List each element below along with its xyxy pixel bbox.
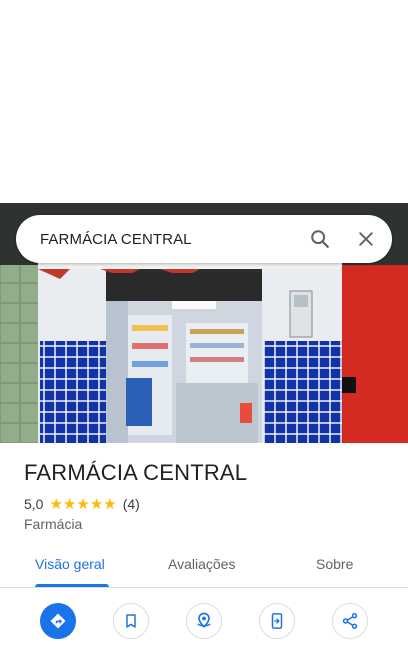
save-button[interactable] xyxy=(113,603,149,639)
place-category: Farmácia xyxy=(24,516,83,532)
review-count[interactable]: (4) xyxy=(123,496,140,512)
directions-button[interactable] xyxy=(40,603,76,639)
nearby-button[interactable] xyxy=(186,603,222,639)
tab-overview[interactable]: Visão geral xyxy=(35,556,105,572)
tab-reviews[interactable]: Avaliações xyxy=(168,556,235,572)
send-to-phone-button[interactable] xyxy=(259,603,295,639)
rating-stars: ★ ★ ★ ★ ★ xyxy=(49,497,116,512)
star-icon: ★ xyxy=(76,495,90,513)
directions-icon xyxy=(50,613,66,629)
search-icon[interactable] xyxy=(300,219,340,259)
close-icon[interactable] xyxy=(346,219,386,259)
star-icon: ★ xyxy=(49,495,63,513)
bookmark-icon xyxy=(126,614,136,628)
nearby-icon xyxy=(197,612,211,629)
search-input[interactable]: FARMÁCIA CENTRAL xyxy=(40,231,300,248)
active-tab-indicator xyxy=(35,584,109,587)
star-icon: ★ xyxy=(62,495,77,513)
search-bar[interactable]: FARMÁCIA CENTRAL xyxy=(16,215,392,263)
send-to-phone-icon xyxy=(271,613,283,629)
star-icon: ★ xyxy=(89,495,104,513)
share-icon xyxy=(342,613,358,629)
rating-value: 5,0 xyxy=(24,496,44,512)
share-button[interactable] xyxy=(332,603,368,639)
rating-row[interactable]: 5,0 ★ ★ ★ ★ ★ (4) xyxy=(24,496,140,512)
action-bar xyxy=(0,603,408,641)
tab-bar: Visão geral Avaliações Sobre xyxy=(0,543,408,588)
star-icon: ★ xyxy=(103,495,117,513)
tab-about[interactable]: Sobre xyxy=(316,556,353,572)
place-title: FARMÁCIA CENTRAL xyxy=(24,460,248,485)
